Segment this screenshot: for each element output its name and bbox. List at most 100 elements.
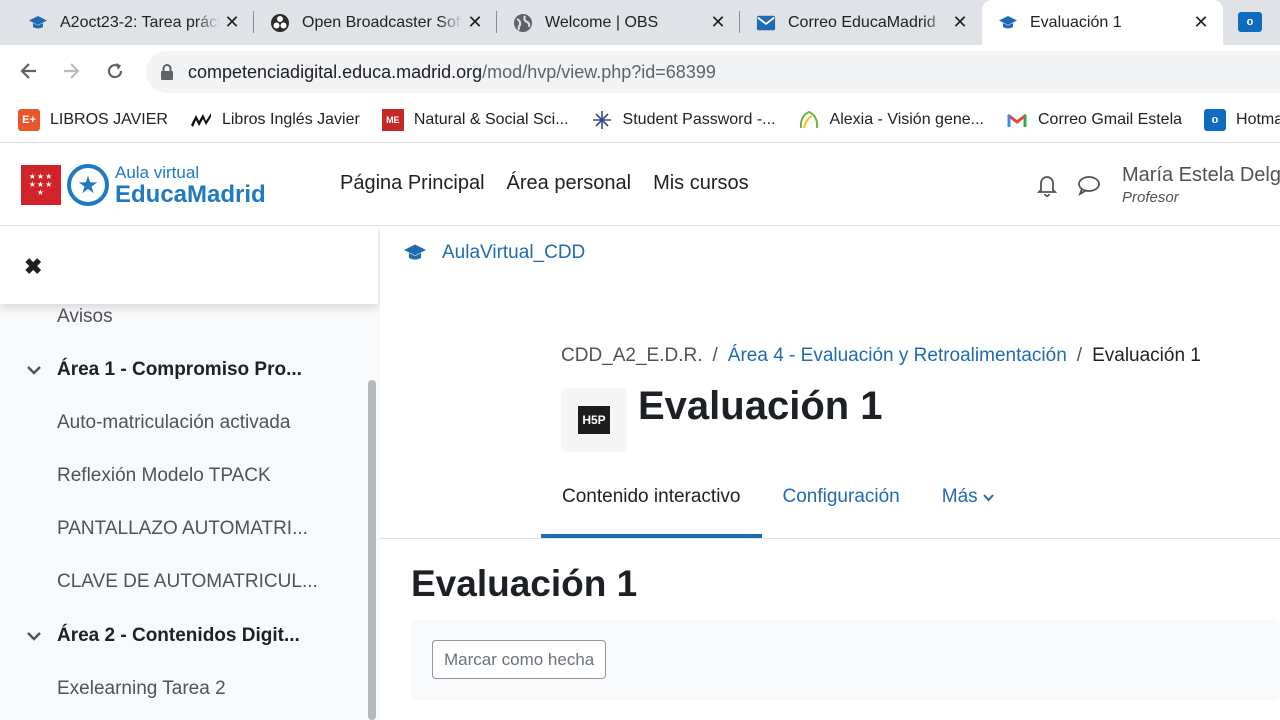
bookmark-item[interactable]: E+ LIBROS JAVIER bbox=[18, 108, 168, 131]
tab-title: Evaluación 1 bbox=[1030, 13, 1122, 31]
sparkle-icon bbox=[591, 109, 613, 131]
tab-configuracion[interactable]: Configuración bbox=[762, 478, 921, 538]
user-menu[interactable]: María Estela Delga Profesor bbox=[1122, 164, 1280, 206]
breadcrumb-separator: / bbox=[712, 345, 718, 366]
tab-title: Open Broadcaster Software bbox=[302, 13, 463, 31]
page-title: Evaluación 1 bbox=[638, 384, 883, 428]
close-icon[interactable]: ✖ bbox=[24, 254, 42, 280]
nav-area-personal[interactable]: Área personal bbox=[507, 172, 632, 195]
comunidad-madrid-flag-icon: ★★★ ★★★ ★ bbox=[21, 164, 61, 205]
course-name-link[interactable]: AulaVirtual_CDD bbox=[402, 242, 585, 264]
user-name: María Estela Delga bbox=[1122, 164, 1280, 186]
chevron-down-icon[interactable] bbox=[26, 365, 44, 375]
tab-close-icon[interactable]: ✕ bbox=[948, 12, 972, 33]
nav-mis-cursos[interactable]: Mis cursos bbox=[653, 172, 749, 195]
user-role: Profesor bbox=[1122, 189, 1179, 206]
logo-small-text: Aula virtual bbox=[115, 163, 200, 182]
bookmark-item[interactable]: Student Password -... bbox=[591, 109, 776, 131]
bookmark-item[interactable]: ME Natural & Social Sci... bbox=[381, 108, 569, 131]
bookmark-label: LIBROS JAVIER bbox=[50, 110, 168, 128]
browser-tab[interactable]: Welcome | OBS ✕ bbox=[497, 0, 740, 45]
bookmark-item[interactable]: Correo Gmail Estela bbox=[1006, 109, 1182, 131]
breadcrumb-section[interactable]: Área 4 - Evaluación y Retroalimentación bbox=[728, 345, 1067, 366]
tab-title: Correo EducaMadrid bbox=[788, 13, 936, 31]
primary-navigation: Página Principal Área personal Mis curso… bbox=[340, 172, 771, 195]
gmail-icon bbox=[1006, 109, 1028, 131]
bookmark-item[interactable]: Alexia - Visión gene... bbox=[798, 109, 984, 131]
obs-icon bbox=[270, 13, 290, 33]
url-path: /mod/hvp/view.php?id=68399 bbox=[482, 61, 716, 82]
main-content: AulaVirtual_CDD CDD_A2_E.D.R. / Área 4 - E… bbox=[380, 226, 1280, 720]
course-index-section[interactable]: Área 1 - Compromiso Pro... bbox=[26, 359, 302, 381]
back-arrow-icon[interactable] bbox=[11, 53, 47, 89]
course-index-item[interactable]: PANTALLAZO AUTOMATRI... bbox=[57, 518, 308, 540]
address-bar[interactable]: competenciadigital.educa.madrid.org/mod/… bbox=[146, 51, 1280, 93]
tab-close-icon[interactable]: ✕ bbox=[463, 12, 487, 33]
nav-pagina-principal[interactable]: Página Principal bbox=[340, 172, 485, 195]
reload-icon[interactable] bbox=[97, 53, 133, 89]
chevron-down-icon[interactable] bbox=[26, 631, 44, 641]
bookmark-label: Hotmail - Es bbox=[1236, 110, 1280, 128]
breadcrumb-current: Evaluación 1 bbox=[1092, 345, 1201, 366]
tab-contenido-interactivo[interactable]: Contenido interactivo bbox=[541, 478, 762, 538]
tab-mas[interactable]: Más bbox=[921, 478, 1015, 538]
eplus-icon: E+ bbox=[18, 108, 40, 131]
me-icon: ME bbox=[381, 108, 404, 131]
tab-mas-label: Más bbox=[941, 486, 978, 507]
drawer-scrollbar[interactable] bbox=[368, 380, 376, 720]
bookmark-label: Libros Inglés Javier bbox=[221, 110, 360, 128]
browser-tab[interactable]: Open Broadcaster Software ✕ bbox=[254, 0, 497, 45]
secondary-navigation: Contenido interactivo Configuración Más bbox=[541, 478, 1015, 538]
browser-toolbar: competenciadigital.educa.madrid.org/mod/… bbox=[0, 45, 1280, 97]
bookmark-item[interactable]: o Hotmail - Es bbox=[1204, 108, 1280, 131]
bookmark-item[interactable]: Libros Inglés Javier bbox=[190, 109, 360, 131]
alexia-icon bbox=[798, 109, 820, 131]
tab-divider bbox=[380, 538, 1280, 539]
bookmark-label: Correo Gmail Estela bbox=[1037, 110, 1183, 128]
course-index-item[interactable]: Avisos bbox=[57, 306, 113, 328]
lock-icon bbox=[160, 64, 174, 80]
breadcrumb-course[interactable]: CDD_A2_E.D.R. bbox=[561, 345, 703, 366]
browser-tab[interactable]: A2oct23-2: Tarea práctica ✕ bbox=[12, 0, 254, 45]
course-index-item[interactable]: Auto-matriculación activada bbox=[57, 412, 290, 434]
tab-close-icon[interactable]: ✕ bbox=[220, 12, 244, 33]
tab-close-icon[interactable]: ✕ bbox=[706, 12, 730, 33]
outlook-tab-icon[interactable]: o bbox=[1238, 12, 1262, 32]
mark-as-done-button[interactable]: Marcar como hecha bbox=[432, 640, 607, 679]
mail-icon bbox=[756, 13, 776, 33]
logo-big-text: EducaMadrid bbox=[115, 181, 266, 208]
bookmark-label: Natural & Social Sci... bbox=[413, 110, 569, 128]
course-index-item[interactable]: Reflexión Modelo TPACK bbox=[57, 465, 271, 487]
browser-tab[interactable]: Correo EducaMadrid ✕ bbox=[740, 0, 982, 45]
bookmark-label: Student Password -... bbox=[622, 110, 776, 128]
globe-icon bbox=[513, 13, 533, 33]
h5p-logo-icon: H5P bbox=[578, 406, 610, 434]
bookmarks-bar: E+ LIBROS JAVIER Libros Inglés Javier ME N… bbox=[0, 97, 1280, 143]
course-index-item[interactable]: Exelearning Tarea 2 bbox=[57, 678, 226, 700]
chat-bubble-icon[interactable] bbox=[1076, 172, 1102, 198]
course-index-item[interactable]: CLAVE DE AUTOMATRICUL... bbox=[57, 571, 318, 593]
activity-completion-bar: Marcar como hecha bbox=[411, 620, 1280, 700]
site-header: ★★★ ★★★ ★ ★ Aula virtual EducaMadrid Págin… bbox=[0, 144, 1280, 226]
activity-title: Evaluación 1 bbox=[411, 563, 638, 604]
graduation-cap-icon bbox=[998, 13, 1018, 33]
educamadrid-logo[interactable]: ★★★ ★★★ ★ ★ Aula virtual EducaMadrid bbox=[21, 162, 266, 207]
chevron-down-icon bbox=[982, 494, 994, 502]
tab-close-icon[interactable]: ✕ bbox=[1189, 12, 1213, 33]
graduation-cap-icon bbox=[402, 242, 428, 264]
bookmark-label: Alexia - Visión gene... bbox=[829, 110, 984, 128]
course-index-section[interactable]: Área 2 - Contenidos Digit... bbox=[26, 625, 300, 647]
bell-icon[interactable] bbox=[1034, 172, 1060, 198]
section-label: Área 2 - Contenidos Digit... bbox=[57, 625, 300, 646]
course-index-drawer: Avisos Área 1 - Compromiso Pro... Auto-m… bbox=[0, 226, 380, 720]
browser-tab-active[interactable]: Evaluación 1 ✕ bbox=[982, 0, 1223, 45]
breadcrumb-separator: / bbox=[1076, 345, 1083, 366]
breadcrumb: CDD_A2_E.D.R. / Área 4 - Evaluación y Retr… bbox=[561, 345, 1201, 367]
drawer-header: ✖ bbox=[0, 226, 378, 304]
forward-arrow-icon[interactable] bbox=[53, 53, 89, 89]
outlook-icon: o bbox=[1204, 108, 1227, 131]
h5p-activity-icon: H5P bbox=[561, 388, 627, 452]
tab-title: Welcome | OBS bbox=[545, 13, 659, 31]
zebra-icon bbox=[190, 109, 212, 131]
tab-title: A2oct23-2: Tarea práctica bbox=[60, 13, 220, 31]
